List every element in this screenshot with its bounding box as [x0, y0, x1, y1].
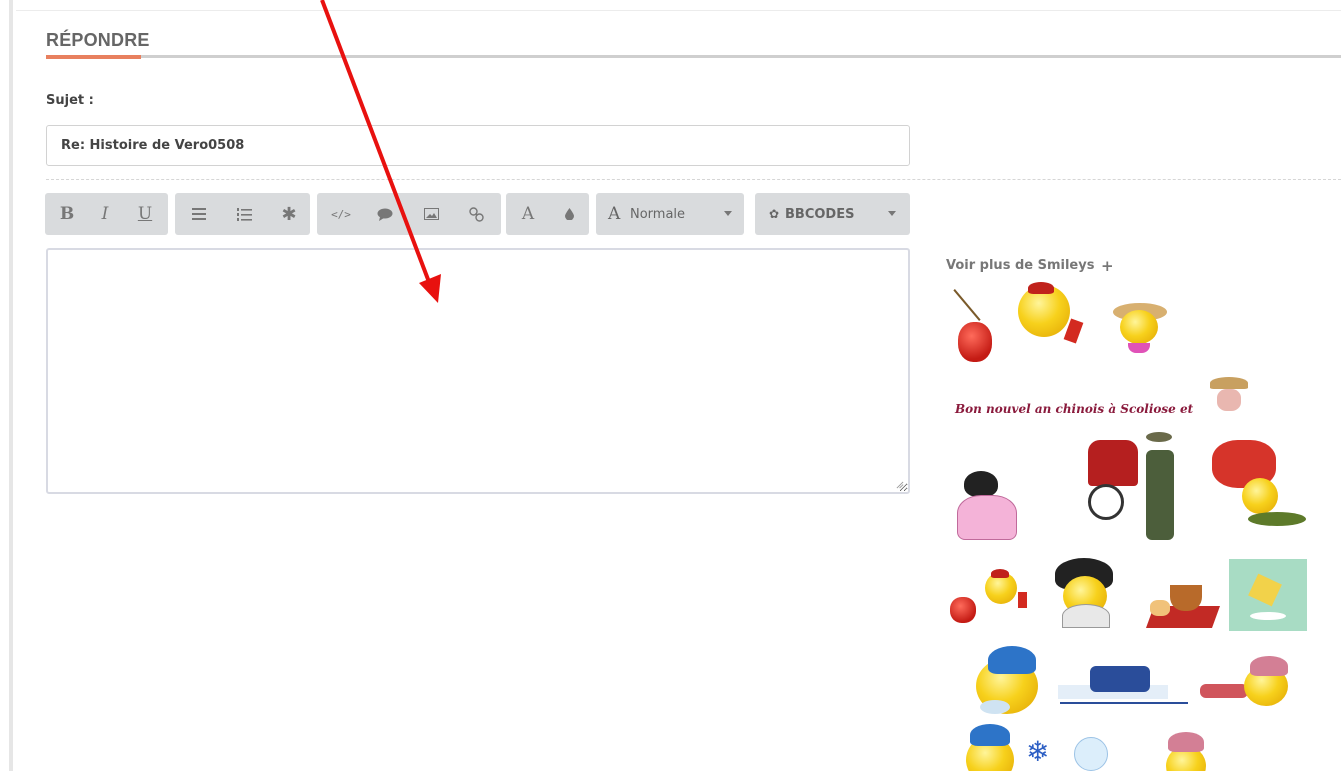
quote-icon[interactable] — [371, 193, 399, 235]
title-rule — [46, 55, 1341, 58]
bullet-list-icon[interactable] — [185, 193, 213, 235]
snowflake-icon[interactable]: ❄ — [1026, 738, 1049, 766]
numbered-list-icon[interactable] — [230, 193, 258, 235]
font-size-value: Normale — [630, 206, 686, 222]
message-editor[interactable] — [46, 248, 910, 494]
toolbar-group-insert: </> — [317, 193, 501, 235]
font-size-icon: A — [608, 204, 621, 224]
title-accent — [46, 55, 141, 59]
toolbar-group-color: A — [506, 193, 589, 235]
section-title: RÉPONDRE — [46, 30, 150, 50]
underline-button[interactable]: U — [131, 193, 159, 235]
left-rail — [9, 0, 13, 771]
new-year-banner[interactable]: Bon nouvel an chinois à Scoliose et — [955, 402, 1193, 416]
subject-input[interactable] — [46, 125, 910, 166]
font-size-dropdown[interactable]: A Normale — [596, 193, 744, 235]
chevron-down-icon — [724, 211, 732, 216]
plus-icon[interactable]: + — [1101, 257, 1114, 275]
resize-handle-icon[interactable] — [896, 481, 904, 489]
reply-page: RÉPONDRE Sujet : B I U ✱ </> — [0, 0, 1341, 771]
dashed-divider — [46, 179, 1341, 180]
image-icon[interactable] — [417, 193, 445, 235]
link-icon[interactable] — [462, 193, 490, 235]
text-color-button[interactable]: A — [514, 193, 542, 235]
bbcodes-label: BBCODES — [785, 206, 855, 222]
drop-icon[interactable] — [555, 193, 583, 235]
chevron-down-icon — [888, 211, 896, 216]
gear-icon: ✿ — [769, 207, 780, 221]
toolbar-group-format: B I U — [45, 193, 168, 235]
bold-button[interactable]: B — [53, 193, 81, 235]
toolbar-group-lists: ✱ — [175, 193, 310, 235]
italic-button[interactable]: I — [91, 193, 119, 235]
code-icon[interactable]: </> — [327, 193, 355, 235]
asterisk-icon[interactable]: ✱ — [275, 193, 303, 235]
top-divider — [16, 10, 1341, 11]
more-smileys-link[interactable]: Voir plus de Smileys — [946, 258, 1094, 273]
subject-label: Sujet : — [46, 93, 94, 108]
bbcodes-dropdown[interactable]: ✿ BBCODES — [755, 193, 910, 235]
